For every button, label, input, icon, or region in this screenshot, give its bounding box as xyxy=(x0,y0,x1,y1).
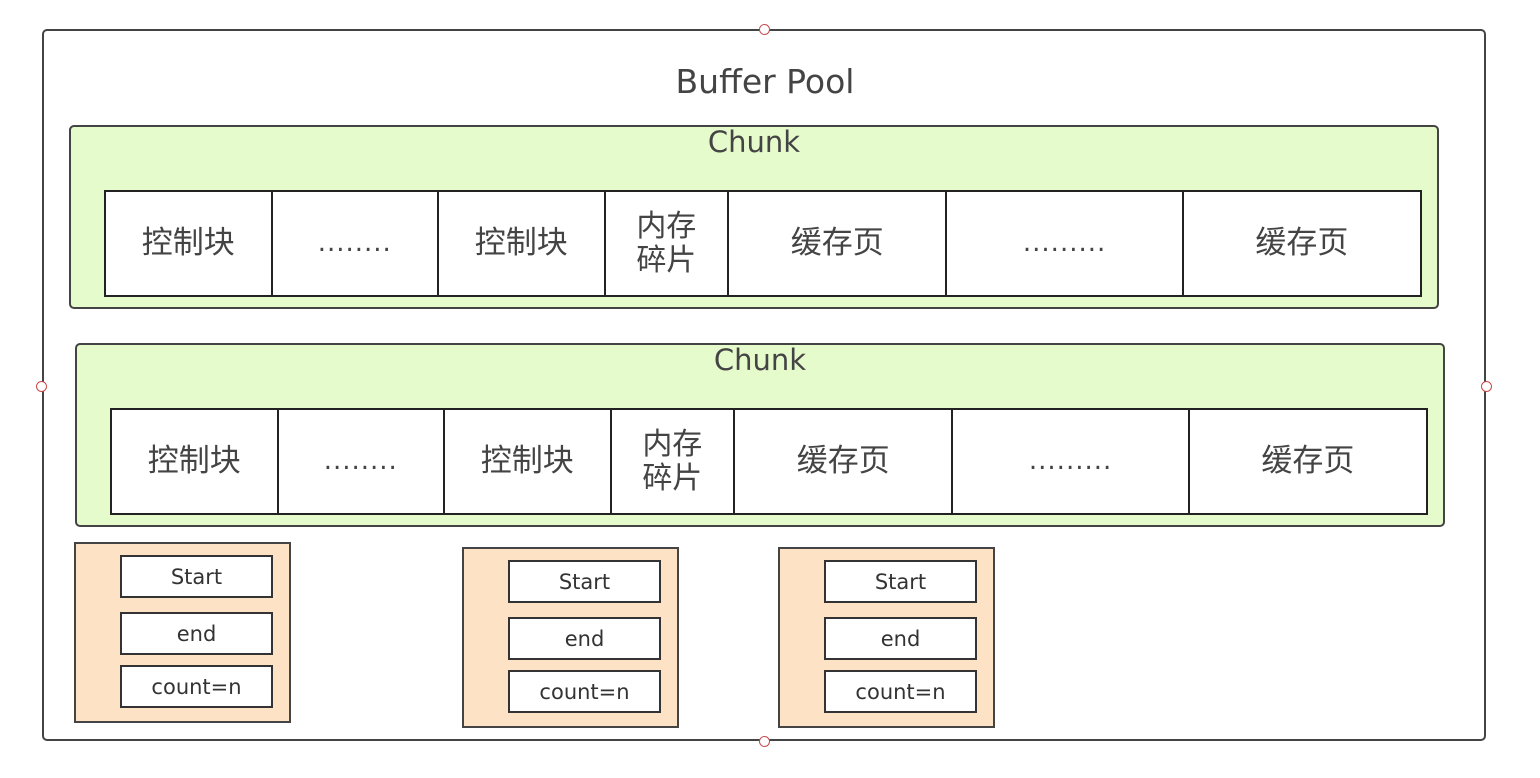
ellipsis-cell: ........ xyxy=(273,192,439,295)
start-field: Start xyxy=(508,560,661,603)
selection-handle-top[interactable] xyxy=(759,24,770,35)
selection-handle-right[interactable] xyxy=(1481,381,1492,392)
chunk-1-cells: 控制块 ........ 控制块 内存 碎片 缓存页 ......... 缓存页 xyxy=(104,190,1422,297)
control-block-cell: 控制块 xyxy=(439,192,606,295)
ellipsis-cell: ......... xyxy=(953,410,1190,513)
memory-fragment-cell: 内存 碎片 xyxy=(606,192,730,295)
chunk-2-cells: 控制块 ........ 控制块 内存 碎片 缓存页 ......... 缓存页 xyxy=(110,408,1428,515)
free-node-1: Start end count=n xyxy=(74,542,291,723)
control-block-cell: 控制块 xyxy=(112,410,279,513)
chunk-1: Chunk 控制块 ........ 控制块 内存 碎片 缓存页 .......… xyxy=(69,125,1439,309)
count-field: count=n xyxy=(508,670,661,713)
control-block-cell: 控制块 xyxy=(106,192,273,295)
free-node-3: Start end count=n xyxy=(778,547,995,728)
free-node-2: Start end count=n xyxy=(462,547,679,728)
ellipsis-cell: ........ xyxy=(279,410,445,513)
end-field: end xyxy=(120,612,273,655)
buffer-pool-title: Buffer Pool xyxy=(675,62,855,101)
end-field: end xyxy=(508,617,661,660)
count-field: count=n xyxy=(120,665,273,708)
cache-page-cell: 缓存页 xyxy=(735,410,954,513)
start-field: Start xyxy=(120,555,273,598)
end-field: end xyxy=(824,617,977,660)
start-field: Start xyxy=(824,560,977,603)
selection-handle-left[interactable] xyxy=(36,381,47,392)
cache-page-cell: 缓存页 xyxy=(1255,225,1349,262)
control-block-cell: 控制块 xyxy=(445,410,612,513)
cache-page-cell: 缓存页 xyxy=(1261,443,1355,480)
chunk-2-title: Chunk xyxy=(713,343,807,377)
memory-fragment-cell: 内存 碎片 xyxy=(612,410,736,513)
chunk-2: Chunk 控制块 ........ 控制块 内存 碎片 缓存页 .......… xyxy=(75,343,1445,527)
cache-page-cell: 缓存页 xyxy=(729,192,948,295)
chunk-1-title: Chunk xyxy=(707,125,801,159)
ellipsis-cell: ......... xyxy=(947,192,1184,295)
count-field: count=n xyxy=(824,670,977,713)
selection-handle-bottom[interactable] xyxy=(759,736,770,747)
